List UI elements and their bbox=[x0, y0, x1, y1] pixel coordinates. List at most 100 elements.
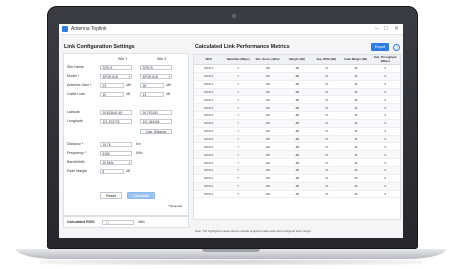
table-cell: 6 bbox=[370, 174, 400, 183]
table-cell: -89 bbox=[252, 166, 283, 175]
calculated-rssi-bar: Calculated RSSI -71 dBm bbox=[63, 216, 189, 228]
close-button[interactable]: ✕ bbox=[394, 25, 399, 33]
model-label: Model * bbox=[67, 74, 80, 78]
site1-latitude-input[interactable]: 29.821641.45 bbox=[100, 110, 132, 115]
cable-loss-label: Cable Loss bbox=[67, 92, 85, 96]
antenna-gain-label: Antenna Gain * bbox=[67, 83, 92, 87]
table-cell: MCS 0 bbox=[194, 103, 224, 113]
site1-name-input[interactable]: SITE A bbox=[100, 65, 132, 70]
table-cell: -71 bbox=[311, 166, 342, 175]
column-header: Data Rate (Mbps) bbox=[223, 55, 253, 65]
table-cell: MCS 0 bbox=[194, 80, 224, 89]
table-cell: -89 bbox=[282, 80, 312, 89]
table-cell: -71 bbox=[311, 80, 342, 89]
app-window: Antenna Toplink – □ ✕ Link Configuration… bbox=[59, 24, 403, 238]
table-cell: 6 bbox=[370, 103, 400, 113]
table-cell: -71 bbox=[311, 182, 342, 191]
table-cell: -89 bbox=[282, 174, 312, 183]
table-cell: 16 bbox=[341, 72, 371, 81]
table-cell: 6 bbox=[370, 135, 400, 144]
table-cell: 6 bbox=[370, 150, 400, 160]
app-logo-icon bbox=[62, 26, 68, 32]
bandwidth-select[interactable]: 20 MHz ▾ bbox=[100, 160, 132, 165]
table-cell: 16 bbox=[341, 158, 371, 167]
site1-longitude-input[interactable]: 121.573776 bbox=[100, 119, 132, 124]
webcam bbox=[232, 14, 236, 18]
minimize-button[interactable]: – bbox=[375, 25, 378, 33]
table-cell: 7 bbox=[223, 80, 253, 89]
table-cell: -89 bbox=[252, 150, 283, 160]
site2-name-input[interactable]: SITE B bbox=[140, 65, 172, 70]
table-cell: -71 bbox=[311, 135, 342, 144]
table-cell: 7 bbox=[223, 166, 253, 175]
table-row: MCS 0 7 -89 -89 -71 16 6 bbox=[194, 72, 400, 81]
table-cell: MCS 0 bbox=[194, 182, 224, 191]
calculated-rssi-unit: dBm bbox=[138, 219, 145, 224]
title-bar: Antenna Toplink – □ ✕ bbox=[59, 24, 403, 35]
calc-distance-button[interactable]: Calc. Distance bbox=[140, 129, 172, 134]
table-cell: -89 bbox=[282, 150, 312, 160]
table-row: MCS 0 7 -89 -89 -71 16 6 bbox=[194, 190, 400, 199]
site2-antenna-gain-input[interactable]: 18 bbox=[140, 83, 164, 88]
table-row: MCS 0 7 -89 -89 -71 16 6 bbox=[194, 158, 400, 167]
frequency-input[interactable]: 5180 bbox=[100, 151, 132, 156]
table-cell: -89 bbox=[252, 80, 283, 89]
site-name-label: Site Name bbox=[67, 65, 84, 69]
table-cell: -71 bbox=[311, 119, 342, 128]
table-cell: 6 bbox=[370, 64, 400, 73]
table-cell: -89 bbox=[252, 103, 283, 113]
table-row: MCS 0 7 -89 -89 -71 16 6 bbox=[194, 174, 400, 183]
table-cell: -71 bbox=[311, 88, 342, 97]
calculated-rssi-label: Calculated RSSI bbox=[67, 219, 95, 224]
distance-input[interactable]: 15.76 bbox=[100, 142, 132, 147]
table-cell: -89 bbox=[282, 127, 312, 136]
fade-margin-label: Fade Margin bbox=[67, 169, 88, 173]
table-cell: 6 bbox=[370, 158, 400, 167]
table-cell: 6 bbox=[370, 119, 400, 128]
table-cell: -71 bbox=[311, 190, 342, 199]
site2-latitude-input[interactable]: 29.797430 bbox=[140, 110, 172, 115]
reset-button[interactable]: Reset bbox=[100, 192, 122, 199]
table-cell: 7 bbox=[223, 64, 253, 73]
table-cell: 16 bbox=[341, 64, 371, 73]
calculate-button[interactable]: Calculate bbox=[127, 192, 155, 199]
frequency-unit: MHz bbox=[136, 151, 143, 155]
latitude-label: Latitude bbox=[67, 110, 80, 114]
site1-model-select[interactable]: APCR-818 ▾ bbox=[100, 74, 132, 79]
table-cell: 16 bbox=[341, 103, 371, 113]
table-cell: 7 bbox=[223, 72, 253, 81]
site2-cable-loss-input[interactable]: 13 bbox=[140, 92, 164, 97]
maximize-button[interactable]: □ bbox=[384, 25, 388, 33]
metrics-title: Calculated Link Performance Metrics bbox=[195, 44, 290, 50]
table-cell: -89 bbox=[252, 127, 283, 136]
table-cell: -89 bbox=[252, 182, 283, 191]
site1-cable-loss-input[interactable]: 10 bbox=[100, 92, 124, 97]
table-cell: MCS 0 bbox=[194, 88, 224, 97]
laptop-notch bbox=[202, 249, 260, 252]
column-header: MCS bbox=[194, 55, 224, 65]
table-cell: MCS 0 bbox=[194, 127, 224, 136]
site1-antenna-gain-unit: dBi bbox=[126, 83, 131, 87]
site2-model-select[interactable]: APCR-818 ▾ bbox=[140, 74, 172, 79]
site1-antenna-gain-input[interactable]: 23 bbox=[100, 83, 124, 88]
table-cell: 16 bbox=[341, 95, 371, 105]
help-icon[interactable]: ? bbox=[393, 43, 400, 51]
table-cell: 7 bbox=[223, 174, 253, 183]
column-header: Margin (dB) bbox=[282, 55, 312, 65]
table-cell: -89 bbox=[252, 95, 283, 105]
table-cell: 6 bbox=[370, 182, 400, 191]
table-cell: -89 bbox=[282, 88, 312, 97]
table-cell: -71 bbox=[311, 64, 342, 73]
site2-longitude-input[interactable]: 121.340405 bbox=[140, 119, 172, 124]
table-cell: -71 bbox=[311, 111, 342, 120]
table-cell: -89 bbox=[282, 158, 312, 167]
table-cell: -71 bbox=[311, 174, 342, 183]
table-cell: MCS 0 bbox=[194, 158, 224, 167]
site2-header: Site 2 bbox=[157, 57, 167, 61]
table-header-row: MCS Data Rate (Mbps) Rec. Sensi. (dBm) M… bbox=[194, 55, 400, 65]
fade-margin-input[interactable]: 8 bbox=[100, 169, 124, 174]
table-cell: MCS 0 bbox=[194, 142, 224, 152]
table-cell: MCS 0 bbox=[194, 64, 224, 73]
export-button[interactable]: Export bbox=[371, 43, 389, 51]
table-row: MCS 0 7 -89 -89 -71 16 6 bbox=[194, 182, 400, 191]
